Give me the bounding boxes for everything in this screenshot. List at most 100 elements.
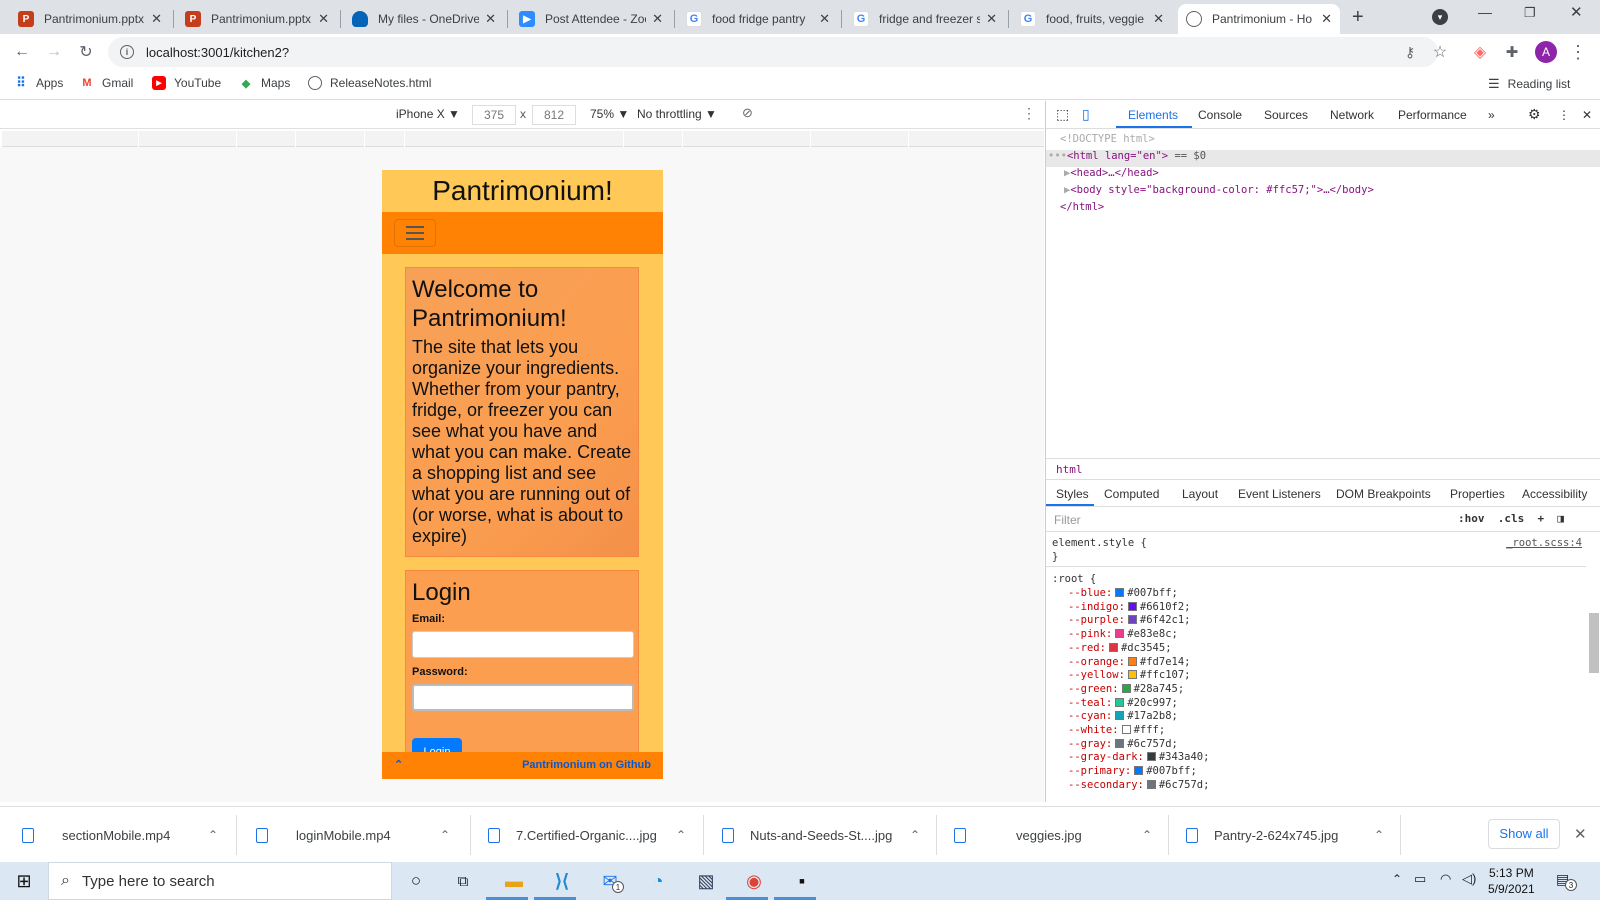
forward-icon[interactable]: → <box>42 40 66 64</box>
site-info-icon[interactable]: i <box>120 45 134 59</box>
rotate-icon[interactable]: ⊘ <box>742 105 753 121</box>
close-icon[interactable]: ✕ <box>485 11 496 27</box>
css-variable-row[interactable]: --white: #fff; <box>1068 724 1165 736</box>
color-swatch-icon[interactable] <box>1115 738 1125 748</box>
stylesheet-source-link[interactable]: _root.scss:4 <box>1506 537 1582 549</box>
download-item[interactable]: veggies.jpg ⌃ <box>954 807 1152 863</box>
chevron-up-icon[interactable]: ⌃ <box>208 828 218 842</box>
chevron-up-icon[interactable]: ⌃ <box>394 758 403 771</box>
color-swatch-icon[interactable] <box>1115 711 1125 721</box>
notifications-icon[interactable]: ▤ 3 <box>1556 871 1577 891</box>
close-icon[interactable]: ✕ <box>819 11 830 27</box>
css-variable-row[interactable]: --secondary: #6c757d; <box>1068 779 1209 791</box>
puzzle-icon[interactable]: ✚ <box>1500 40 1524 64</box>
tab-styles[interactable]: Styles <box>1056 487 1089 501</box>
devtools-menu-icon[interactable]: ⋮ <box>1558 108 1570 122</box>
css-variable-row[interactable]: --primary: #007bff; <box>1068 765 1197 777</box>
color-swatch-icon[interactable] <box>1134 766 1144 776</box>
chrome-icon[interactable]: ◉ <box>740 867 768 895</box>
download-item[interactable]: loginMobile.mp4 ⌃ <box>256 807 450 863</box>
wifi-icon[interactable]: ◠ <box>1440 871 1451 887</box>
extension-icon[interactable]: ◈ <box>1468 40 1492 64</box>
color-swatch-icon[interactable] <box>1127 656 1137 666</box>
password-field[interactable] <box>412 684 634 711</box>
browser-tab[interactable]: P Pantrimonium.pptx ✕ <box>177 4 337 34</box>
dom-body-node[interactable]: ▶<body style="background-color: #ffc57;"… <box>1064 184 1374 196</box>
css-variable-row[interactable]: --cyan: #17a2b8; <box>1068 710 1178 722</box>
terminal-icon[interactable]: ▪ <box>788 867 816 895</box>
close-icon[interactable]: ✕ <box>1582 108 1592 122</box>
bookmark-gmail[interactable]: M Gmail <box>80 76 133 90</box>
css-variable-row[interactable]: --purple: #6f42c1; <box>1068 614 1190 626</box>
vscode-icon[interactable]: ⟩⟨ <box>548 867 576 895</box>
color-swatch-icon[interactable] <box>1115 629 1125 639</box>
edge-icon[interactable]: ◔ <box>644 867 672 895</box>
back-icon[interactable]: ← <box>10 40 34 64</box>
zoom-select[interactable]: 75% ▼ <box>590 107 629 121</box>
color-swatch-icon[interactable] <box>1121 725 1131 734</box>
tab-console[interactable]: Console <box>1198 108 1242 122</box>
dom-doctype[interactable]: <!DOCTYPE html> <box>1060 133 1155 145</box>
element-style-rule[interactable]: element.style { <box>1052 537 1147 549</box>
bookmark-maps[interactable]: ◆ Maps <box>239 76 291 90</box>
css-variable-row[interactable]: --green: #28a745; <box>1068 683 1184 695</box>
browser-tab[interactable]: ▶ Post Attendee - Zoo ✕ <box>511 4 671 34</box>
bookmark-apps[interactable]: ⠿ Apps <box>14 75 63 90</box>
tab-network[interactable]: Network <box>1330 108 1374 122</box>
file-explorer-icon[interactable]: ▬ <box>500 867 528 895</box>
color-swatch-icon[interactable] <box>1115 697 1125 707</box>
hov-toggle[interactable]: :hov .cls + ◨ <box>1458 512 1564 525</box>
close-icon[interactable]: ✕ <box>986 11 997 27</box>
task-view-icon[interactable]: ⧉ <box>449 867 477 895</box>
github-link[interactable]: Pantrimonium on Github <box>522 759 651 771</box>
throttling-select[interactable]: No throttling ▼ <box>637 107 717 121</box>
close-window-button[interactable]: ✕ <box>1570 3 1583 21</box>
browser-tab[interactable]: P Pantrimonium.pptx ✕ <box>10 4 170 34</box>
chevron-up-icon[interactable]: ⌃ <box>440 828 450 842</box>
show-all-button[interactable]: Show all <box>1488 819 1560 849</box>
tab-properties[interactable]: Properties <box>1450 487 1505 501</box>
color-swatch-icon[interactable] <box>1121 683 1131 693</box>
css-variable-row[interactable]: --teal: #20c997; <box>1068 697 1178 709</box>
bookmark-youtube[interactable]: ▶ YouTube <box>152 76 221 90</box>
width-input[interactable]: 375 <box>472 105 516 125</box>
settings-gear-icon[interactable]: ⚙ <box>1528 106 1541 123</box>
tab-performance[interactable]: Performance <box>1398 108 1467 122</box>
restore-button[interactable]: ❐ <box>1524 5 1536 21</box>
chevron-up-icon[interactable]: ⌃ <box>910 828 920 842</box>
close-icon[interactable]: ✕ <box>151 11 162 27</box>
color-swatch-icon[interactable] <box>1127 615 1137 625</box>
device-toggle-icon[interactable]: ▯ <box>1082 106 1090 123</box>
color-swatch-icon[interactable] <box>1108 642 1118 652</box>
close-icon[interactable]: ✕ <box>652 11 663 27</box>
hamburger-menu-icon[interactable] <box>394 219 436 247</box>
pen-app-icon[interactable]: ▧ <box>692 867 720 895</box>
download-item[interactable]: 7.Certified-Organic....jpg ⌃ <box>488 807 686 863</box>
chevron-up-icon[interactable]: ⌃ <box>1392 872 1402 886</box>
color-swatch-icon[interactable] <box>1127 601 1137 611</box>
tab-layout[interactable]: Layout <box>1182 487 1218 501</box>
clock[interactable]: 5:13 PM 5/9/2021 <box>1488 865 1535 897</box>
tab-accessibility[interactable]: Accessibility <box>1522 487 1587 501</box>
chevron-up-icon[interactable]: ⌃ <box>1142 828 1152 842</box>
battery-icon[interactable]: ▭ <box>1414 871 1426 887</box>
browser-tab[interactable]: G fridge and freezer s ✕ <box>845 4 1005 34</box>
tab-search-icon[interactable]: ▾ <box>1432 9 1448 25</box>
tab-sources[interactable]: Sources <box>1264 108 1308 122</box>
more-tabs-icon[interactable]: » <box>1488 108 1495 122</box>
chevron-up-icon[interactable]: ⌃ <box>1374 828 1384 842</box>
inspect-icon[interactable]: ⬚ <box>1056 106 1069 123</box>
height-input[interactable]: 812 <box>532 105 576 125</box>
windows-start-icon[interactable]: ⊞ <box>10 867 38 895</box>
scrollbar[interactable] <box>1589 613 1599 673</box>
dom-head-node[interactable]: ▶<head>…</head> <box>1064 167 1159 179</box>
css-variable-row[interactable]: --gray: #6c757d; <box>1068 738 1178 750</box>
address-bar[interactable]: i localhost:3001/kitchen2? <box>108 37 1438 67</box>
root-selector[interactable]: :root { <box>1052 573 1096 585</box>
color-swatch-icon[interactable] <box>1146 752 1156 762</box>
tab-dom-breakpoints[interactable]: DOM Breakpoints <box>1336 487 1431 501</box>
cortana-icon[interactable]: ○ <box>402 867 430 895</box>
download-item[interactable]: Pantry-2-624x745.jpg ⌃ <box>1186 807 1384 863</box>
close-icon[interactable]: ✕ <box>1321 11 1332 27</box>
bookmark-star-icon[interactable]: ☆ <box>1428 40 1452 64</box>
